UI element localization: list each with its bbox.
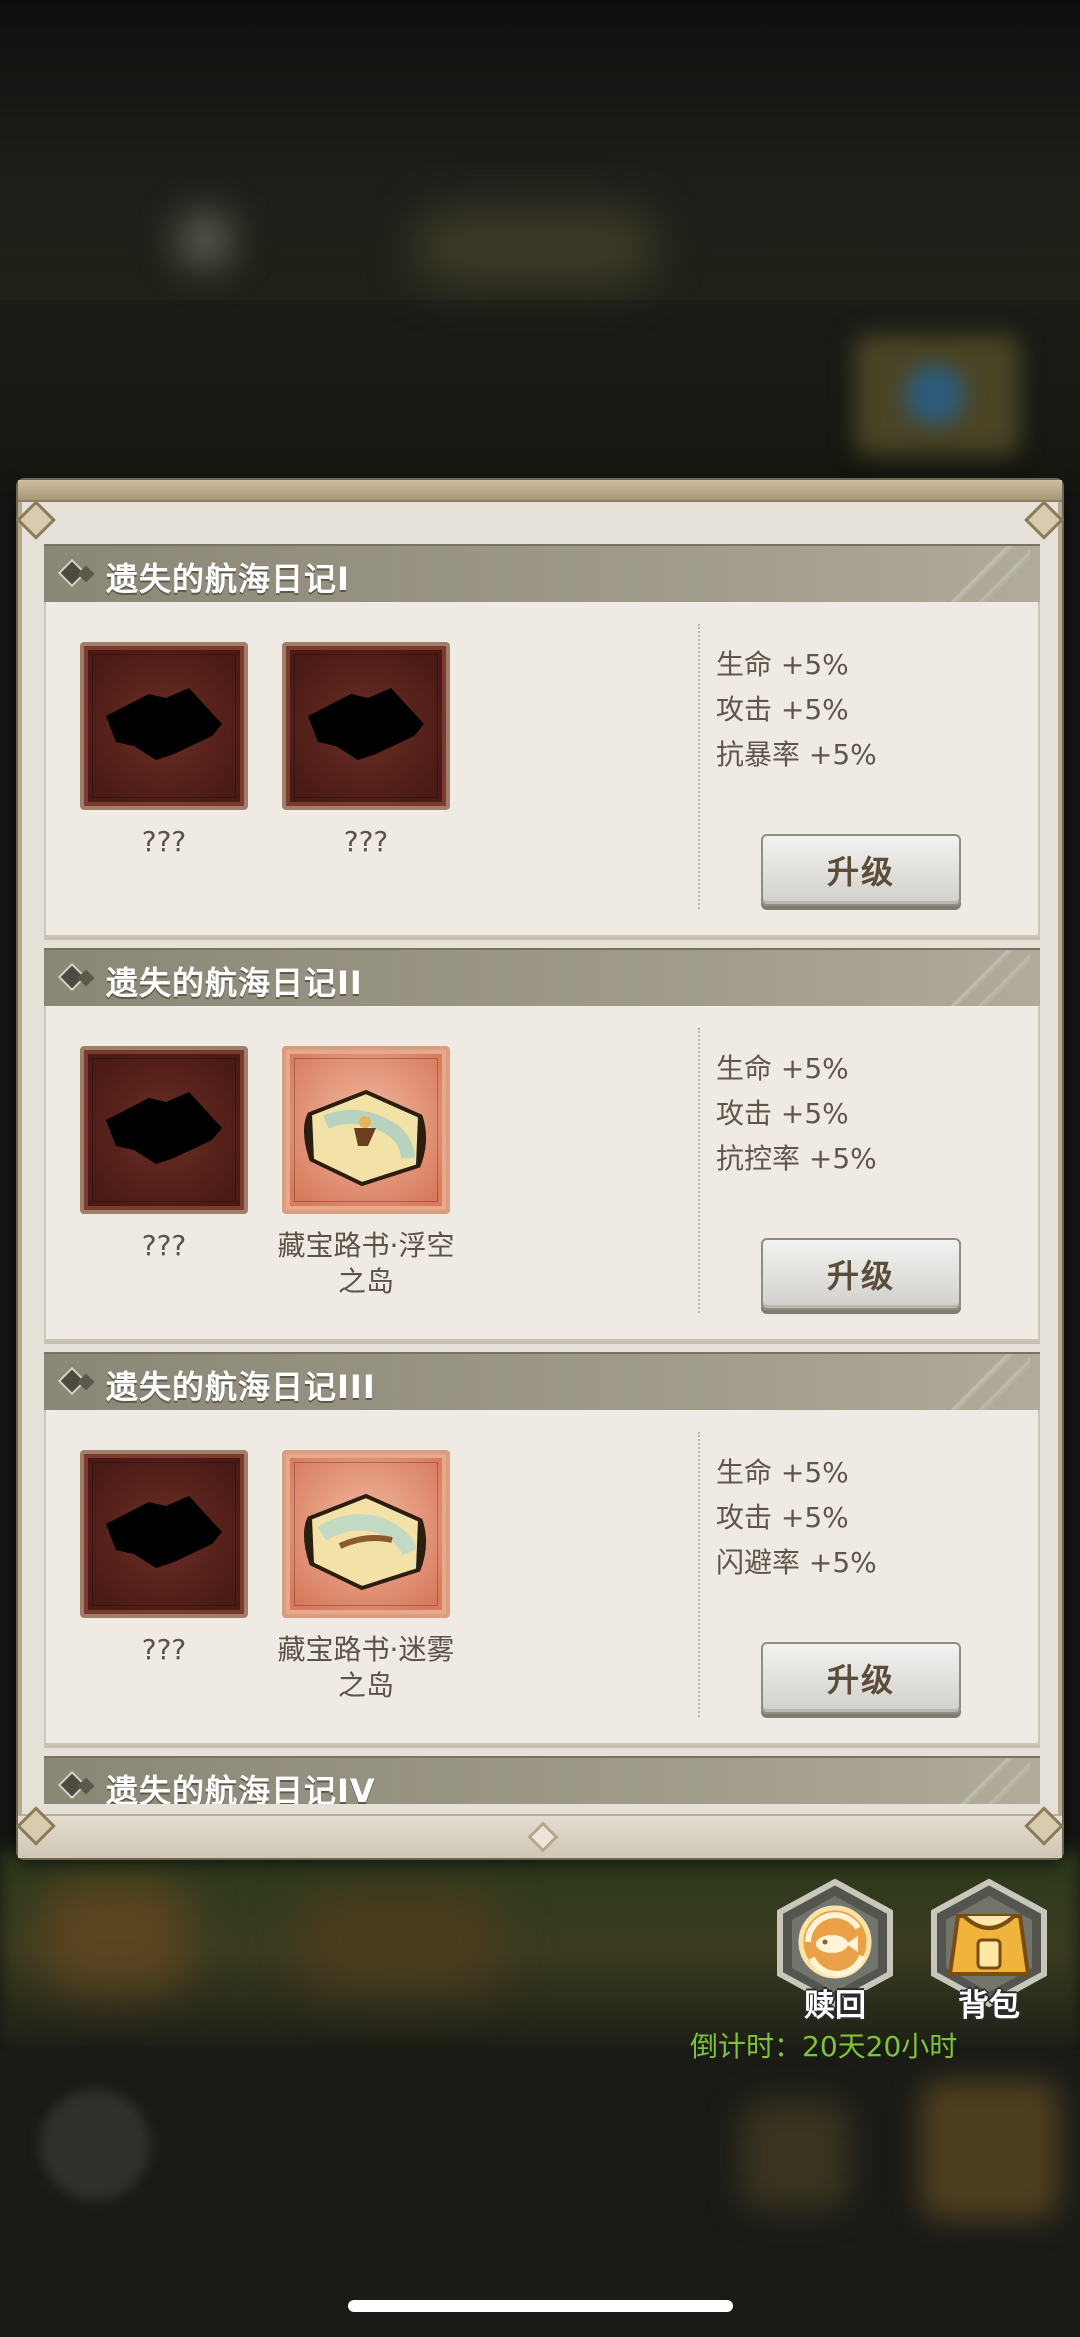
section-body: ??? ??? 生命 +5% 攻击 +5% 抗暴率 +5% 升级 [44, 602, 1040, 937]
divider [698, 1028, 700, 1313]
countdown-timer: 倒计时：20天20小时 [690, 2030, 958, 2063]
stat-attack: 攻击 +5% [716, 1097, 849, 1130]
scroll-silhouette-icon [106, 1092, 222, 1164]
stat-hp: 生命 +5% [716, 648, 849, 681]
section-title: 遗失的航海日记I [106, 560, 350, 598]
treasure-map-icon [304, 1089, 426, 1187]
stat-hp: 生命 +5% [716, 1456, 849, 1489]
item-slot-locked[interactable] [80, 1450, 248, 1618]
stat-dodge: 闪避率 +5% [716, 1546, 877, 1579]
stat-crit-resist: 抗暴率 +5% [716, 738, 877, 771]
item-slot-locked[interactable] [80, 1046, 248, 1214]
corner-ornament [16, 500, 56, 540]
scroll-silhouette-icon [106, 1496, 222, 1568]
divider [698, 624, 700, 909]
upgrade-button[interactable]: 升级 [761, 1642, 961, 1714]
logbook-list[interactable]: 遗失的航海日记I ??? ??? 生命 +5% 攻击 +5% 抗暴率 +5% 升… [44, 536, 1040, 1804]
stat-hp: 生命 +5% [716, 1052, 849, 1085]
item-label: ??? [343, 825, 389, 858]
backpack-button[interactable]: 背包 [924, 1878, 1054, 2024]
stat-attack: 攻击 +5% [716, 693, 849, 726]
upgrade-button[interactable]: 升级 [761, 1238, 961, 1310]
item-slot-locked[interactable] [80, 642, 248, 810]
panel-top-frame [18, 480, 1062, 502]
scroll-silhouette-icon [308, 688, 424, 760]
stat-list: 生命 +5% 攻击 +5% 抗控率 +5% [716, 1046, 877, 1181]
redeem-label: 赎回 [804, 1988, 866, 2024]
item-slot-locked[interactable] [282, 642, 450, 810]
scroll-silhouette-icon [106, 688, 222, 760]
item-label: ??? [141, 1229, 187, 1262]
item-slot-unlocked[interactable] [282, 1046, 450, 1214]
section-header: 遗失的航海日记III [44, 1352, 1040, 1412]
section-title: 遗失的航海日记II [106, 964, 363, 1002]
logbook-panel: 遗失的航海日记I ??? ??? 生命 +5% 攻击 +5% 抗暴率 +5% 升… [16, 480, 1064, 1858]
item-label: ??? [141, 1633, 187, 1666]
divider [698, 1432, 700, 1717]
stat-list: 生命 +5% 攻击 +5% 闪避率 +5% [716, 1450, 877, 1585]
treasure-map-icon [304, 1493, 426, 1591]
stat-list: 生命 +5% 攻击 +5% 抗暴率 +5% [716, 642, 877, 777]
section-header: 遗失的航海日记II [44, 948, 1040, 1008]
section-body: ??? 藏宝路书·浮空 之岛 生命 +5% 攻击 +5% 抗控率 +5% 升级 [44, 1006, 1040, 1341]
section-header: 遗失的航海日记I [44, 544, 1040, 604]
item-label: 藏宝路书·浮空 之岛 [277, 1229, 455, 1298]
section-body: ??? 藏宝路书·迷雾 之岛 生命 +5% 攻击 +5% 闪避率 +5% 升级 [44, 1410, 1040, 1745]
backpack-label: 背包 [958, 1988, 1020, 2024]
corner-ornament [1024, 500, 1064, 540]
upgrade-button[interactable]: 升级 [761, 834, 961, 906]
section-title: 遗失的航海日记IV [106, 1772, 376, 1804]
item-label: ??? [141, 825, 187, 858]
stat-attack: 攻击 +5% [716, 1501, 849, 1534]
stat-control-resist: 抗控率 +5% [716, 1142, 877, 1175]
item-slot-unlocked[interactable] [282, 1450, 450, 1618]
section-header: 遗失的航海日记IV [44, 1756, 1040, 1804]
section-title: 遗失的航海日记III [106, 1368, 376, 1406]
item-label: 藏宝路书·迷雾 之岛 [277, 1633, 455, 1702]
redeem-button[interactable]: 赎回 [770, 1878, 900, 2024]
home-indicator[interactable] [348, 2300, 733, 2312]
